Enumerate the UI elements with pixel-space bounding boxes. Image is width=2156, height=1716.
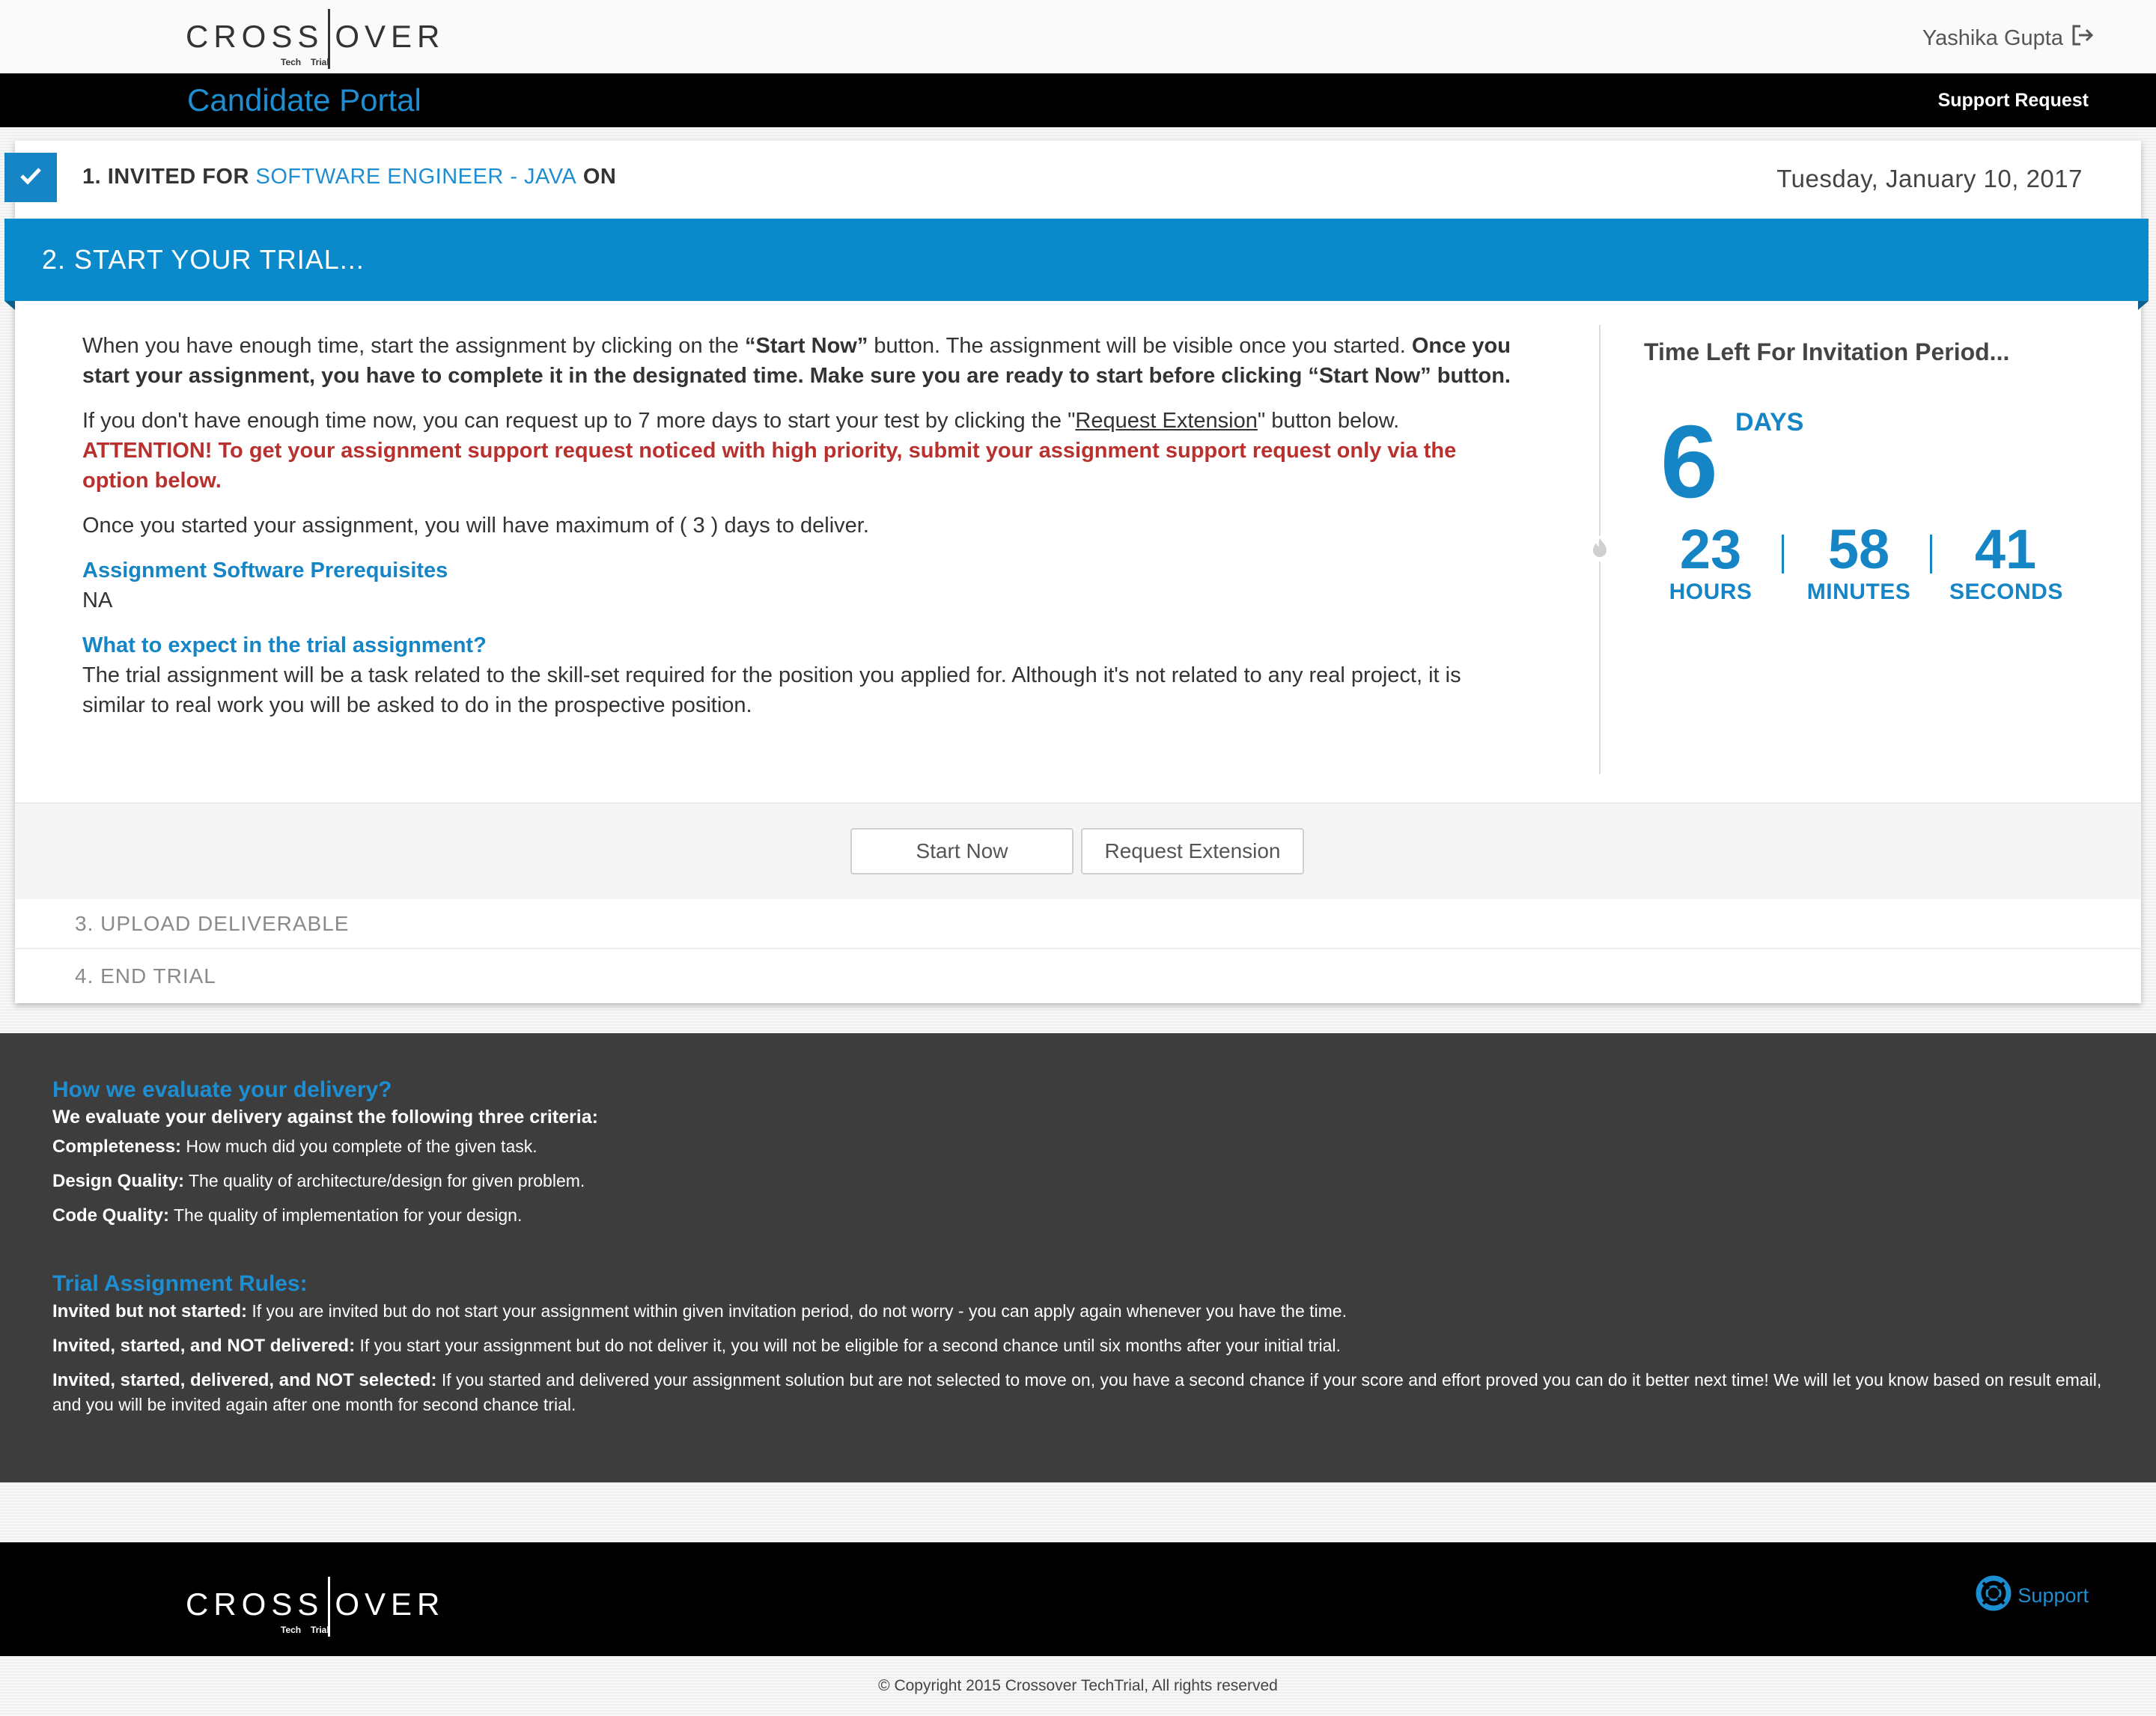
- step1-date: Tuesday, January 10, 2017: [1776, 165, 2083, 192]
- lifebuoy-icon: [1976, 1575, 2012, 1616]
- instruction-text: button. The assignment will be visible o…: [868, 334, 1412, 358]
- expect-text: The trial assignment will be a task rela…: [82, 663, 1461, 717]
- step1-suffix: ON: [582, 165, 617, 189]
- request-extension-link[interactable]: Request Extension: [1075, 409, 1257, 433]
- timer-hours-label: HOURS: [1669, 579, 1752, 604]
- footer-crossover-logo[interactable]: CROSS OVER Tech Trial: [186, 1577, 445, 1637]
- rule-item: Invited, started, and NOT delivered: If …: [52, 1333, 2104, 1358]
- timer-seconds-value: 41: [1974, 518, 2037, 580]
- criteria-label: Code Quality:: [52, 1205, 170, 1226]
- instruction-extension: If you don't have enough time now, you c…: [82, 406, 1527, 496]
- instruction-duration: Once you started your assignment, you wi…: [82, 514, 869, 538]
- attention-text: ATTENTION! To get your assignment suppor…: [82, 439, 1457, 493]
- timer-divider: [1930, 535, 1932, 573]
- rule-label: Invited, started, and NOT delivered:: [52, 1336, 356, 1356]
- instruction-bold: “Start Now”: [745, 334, 868, 358]
- timer-minutes: 58 MINUTES: [1803, 520, 1915, 605]
- timer-title: Time Left For Invitation Period...: [1644, 338, 2010, 365]
- criteria-text: The quality of architecture/design for g…: [184, 1171, 585, 1190]
- logo-text-left: CROSS: [186, 1586, 324, 1622]
- user-menu[interactable]: Yashika Gupta: [1922, 24, 2095, 52]
- prereq-value: NA: [82, 588, 113, 612]
- rule-item: Invited, started, delivered, and NOT sel…: [52, 1368, 2104, 1417]
- rule-label: Invited, started, delivered, and NOT sel…: [52, 1370, 437, 1390]
- logo-text-right: OVER: [335, 19, 445, 54]
- instruction-text: " button below.: [1257, 409, 1400, 433]
- timer-seconds: 41 SECONDS: [1949, 520, 2062, 605]
- expect-title: What to expect in the trial assignment?: [82, 633, 487, 657]
- timer-hours-value: 23: [1679, 518, 1742, 580]
- step4-heading[interactable]: 4. END TRIAL: [75, 964, 216, 988]
- fire-icon: [1590, 536, 1610, 562]
- criteria-text: How much did you complete of the given t…: [181, 1137, 538, 1156]
- step1-status: [4, 153, 57, 202]
- evaluation-lead: We evaluate your delivery against the fo…: [52, 1107, 598, 1128]
- step2-title: 2. START YOUR TRIAL...: [42, 244, 365, 275]
- info-content: How we evaluate your delivery? We evalua…: [52, 1075, 2104, 1427]
- timer-hours: 23 HOURS: [1654, 520, 1767, 605]
- logo-sub-right: Trial: [311, 1625, 329, 1635]
- logo-sub-right: Trial: [311, 57, 329, 67]
- check-icon: [19, 166, 42, 189]
- evaluation-title: How we evaluate your delivery?: [52, 1077, 392, 1102]
- criteria-item: Completeness: How much did you complete …: [52, 1134, 2104, 1159]
- timer-minutes-value: 58: [1827, 518, 1890, 580]
- copyright: © Copyright 2015 Crossover TechTrial, Al…: [878, 1677, 1278, 1694]
- footer-support-link[interactable]: Support: [1976, 1575, 2089, 1616]
- rule-text: If you are invited but do not start your…: [247, 1301, 1347, 1321]
- rule-item: Invited but not started: If you are invi…: [52, 1299, 2104, 1324]
- timer-minutes-label: MINUTES: [1806, 579, 1911, 604]
- instruction-text: When you have enough time, start the ass…: [82, 334, 745, 358]
- instruction-start: When you have enough time, start the ass…: [82, 331, 1527, 391]
- timer-seconds-label: SECONDS: [1949, 579, 2063, 604]
- support-label: Support: [2018, 1584, 2089, 1607]
- crossover-logo[interactable]: CROSS OVER Tech Trial: [186, 9, 445, 69]
- step1-heading: 1. INVITED FOR SOFTWARE ENGINEER - JAVA …: [82, 165, 616, 189]
- instruction-text: If you don't have enough time now, you c…: [82, 409, 1076, 433]
- step2-instructions: When you have enough time, start the ass…: [82, 331, 1527, 720]
- logo-text-right: OVER: [335, 1586, 445, 1622]
- rule-text: If you start your assignment but do not …: [355, 1336, 1341, 1355]
- timer-days: 6: [1660, 404, 1718, 520]
- logo-text-left: CROSS: [186, 19, 324, 54]
- prereq-title: Assignment Software Prerequisites: [82, 559, 448, 582]
- rule-label: Invited but not started:: [52, 1301, 247, 1321]
- logout-icon[interactable]: [2071, 24, 2095, 52]
- timer-divider: [1782, 535, 1784, 573]
- step1-job-title: SOFTWARE ENGINEER - JAVA: [255, 165, 577, 189]
- step3-heading[interactable]: 3. UPLOAD DELIVERABLE: [75, 912, 349, 936]
- action-bar: [15, 803, 2141, 899]
- logo-sub-left: Tech: [281, 1625, 302, 1635]
- timer-days-label: DAYS: [1735, 408, 1804, 436]
- support-request-link[interactable]: Support Request: [1938, 90, 2089, 112]
- step-divider: [15, 948, 2141, 949]
- criteria-text: The quality of implementation for your d…: [169, 1205, 523, 1225]
- criteria-item: Code Quality: The quality of implementat…: [52, 1203, 2104, 1228]
- criteria-label: Design Quality:: [52, 1171, 185, 1191]
- rules-title: Trial Assignment Rules:: [52, 1271, 308, 1296]
- criteria-item: Design Quality: The quality of architect…: [52, 1169, 2104, 1193]
- logo-sub-left: Tech: [281, 57, 302, 67]
- user-name: Yashika Gupta: [1922, 25, 2063, 50]
- request-extension-button[interactable]: Request Extension: [1081, 828, 1304, 874]
- step1-prefix: 1. INVITED FOR: [82, 165, 249, 189]
- portal-title[interactable]: Candidate Portal: [187, 82, 421, 118]
- criteria-label: Completeness:: [52, 1137, 182, 1157]
- start-now-button[interactable]: Start Now: [850, 828, 1074, 874]
